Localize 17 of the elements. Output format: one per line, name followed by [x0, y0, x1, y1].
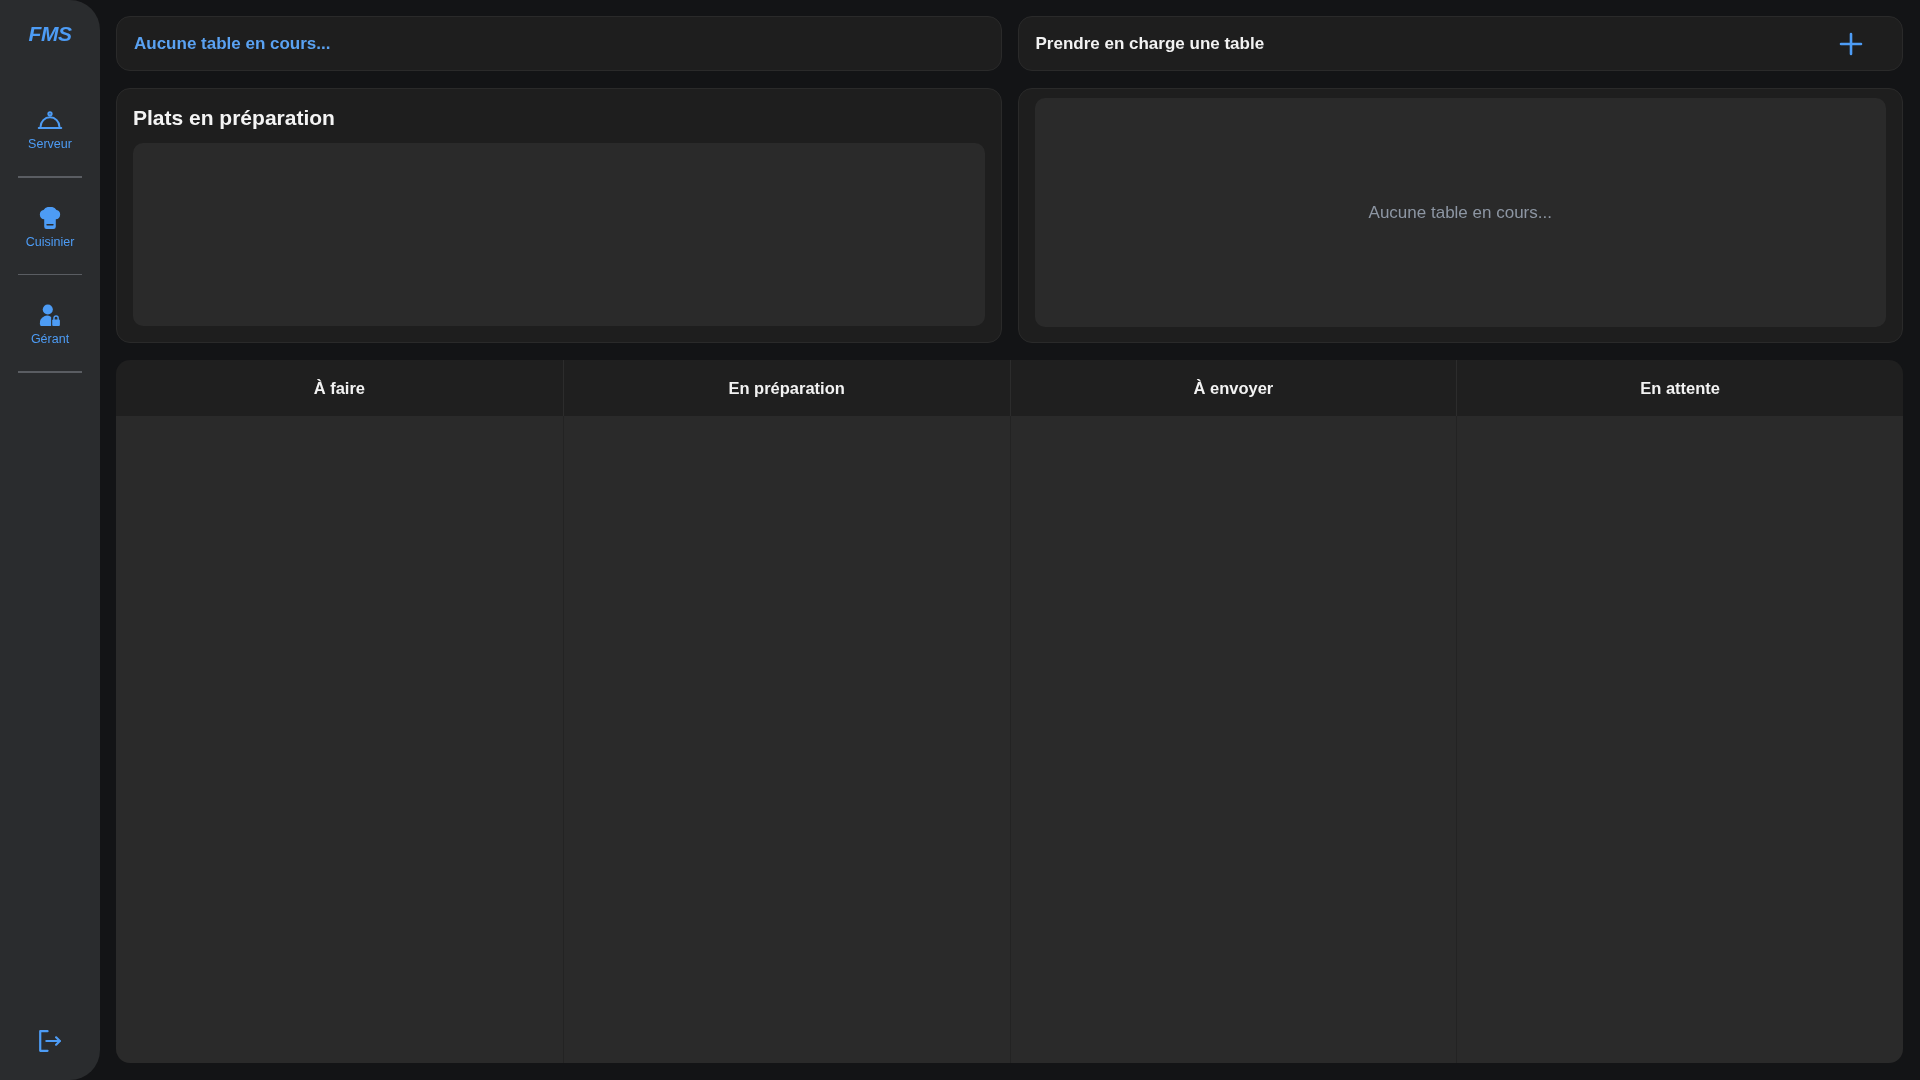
- column-header: En attente: [1456, 360, 1903, 416]
- nav-item[interactable]: Serveur: [24, 105, 76, 155]
- nav-item[interactable]: Cuisinier: [21, 202, 79, 253]
- logout-icon[interactable]: [39, 1030, 61, 1052]
- empty-state-text: Aucune table en cours...: [1368, 202, 1552, 223]
- app-logo: FMS: [28, 22, 72, 46]
- column-header: À envoyer: [1009, 360, 1457, 416]
- column-header: À faire: [116, 360, 563, 416]
- plus-icon[interactable]: [1839, 31, 1863, 56]
- nav-item[interactable]: Gérant: [26, 300, 74, 350]
- manager-icon: [37, 304, 63, 326]
- column-header: En préparation: [562, 360, 1010, 416]
- take-table-label: Prendre en charge une table: [1035, 33, 1266, 54]
- chef-hat-icon: [37, 206, 63, 229]
- current-table-status: Aucune table en cours...: [134, 33, 331, 54]
- panel-title: Plats en préparation: [133, 105, 336, 131]
- cloche-icon: [37, 109, 63, 131]
